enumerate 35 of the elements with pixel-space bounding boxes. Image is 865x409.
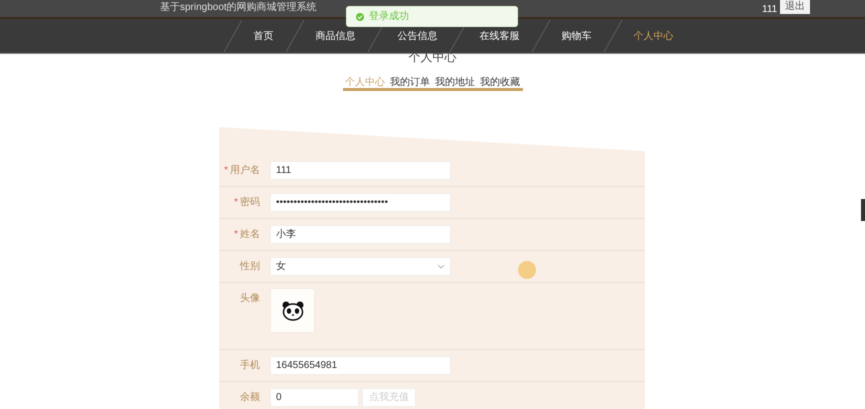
field-label: * 密码 — [233, 196, 260, 210]
field-label: 性别 — [238, 260, 260, 274]
field-label: * 用户名 — [223, 164, 260, 178]
field-label: 余额 — [239, 390, 260, 405]
chevron-down-icon — [437, 264, 445, 269]
input-field[interactable]: 0 — [270, 388, 359, 407]
input-field[interactable]: •••••••••••••••••••••••••••••••• — [270, 193, 451, 212]
field-label: 手机 — [239, 358, 260, 373]
input-field[interactable]: 小李 — [270, 225, 451, 244]
field-label: * 姓名 — [233, 228, 260, 242]
nav-link[interactable]: 首页 — [244, 28, 284, 44]
nav-link[interactable]: 在线客服 — [470, 28, 530, 44]
nav-link[interactable]: 公告信息 — [388, 28, 448, 44]
field-label: 头像 — [239, 292, 260, 306]
nav-divider-icon — [602, 19, 624, 53]
nav-link[interactable]: 个人中心 — [624, 28, 684, 44]
tab[interactable]: 我的收藏 — [478, 75, 522, 91]
input-field[interactable]: 111 — [270, 161, 451, 180]
nav-divider-icon — [222, 19, 244, 53]
select-field[interactable]: 女 — [270, 257, 451, 276]
site-title: 基于springboot的网购商城管理系统 — [160, 2, 317, 14]
nav-link[interactable]: 购物车 — [552, 28, 602, 44]
nav-divider-icon — [530, 19, 552, 53]
tab[interactable]: 我的订单 — [388, 75, 432, 91]
panda-icon — [282, 300, 304, 320]
page-title: 个人中心 — [408, 50, 456, 64]
avatar-upload[interactable] — [270, 288, 315, 333]
check-circle-icon — [356, 12, 364, 20]
input-field[interactable]: 16455654981 — [270, 356, 451, 375]
tab[interactable]: 我的地址 — [432, 75, 478, 91]
username-text: 111 — [762, 3, 778, 17]
logout-button[interactable]: 退出 — [780, 0, 810, 14]
nav-link[interactable]: 商品信息 — [306, 28, 366, 44]
toast-message: 登录成功 — [369, 10, 409, 24]
nav-divider-icon — [284, 19, 306, 53]
